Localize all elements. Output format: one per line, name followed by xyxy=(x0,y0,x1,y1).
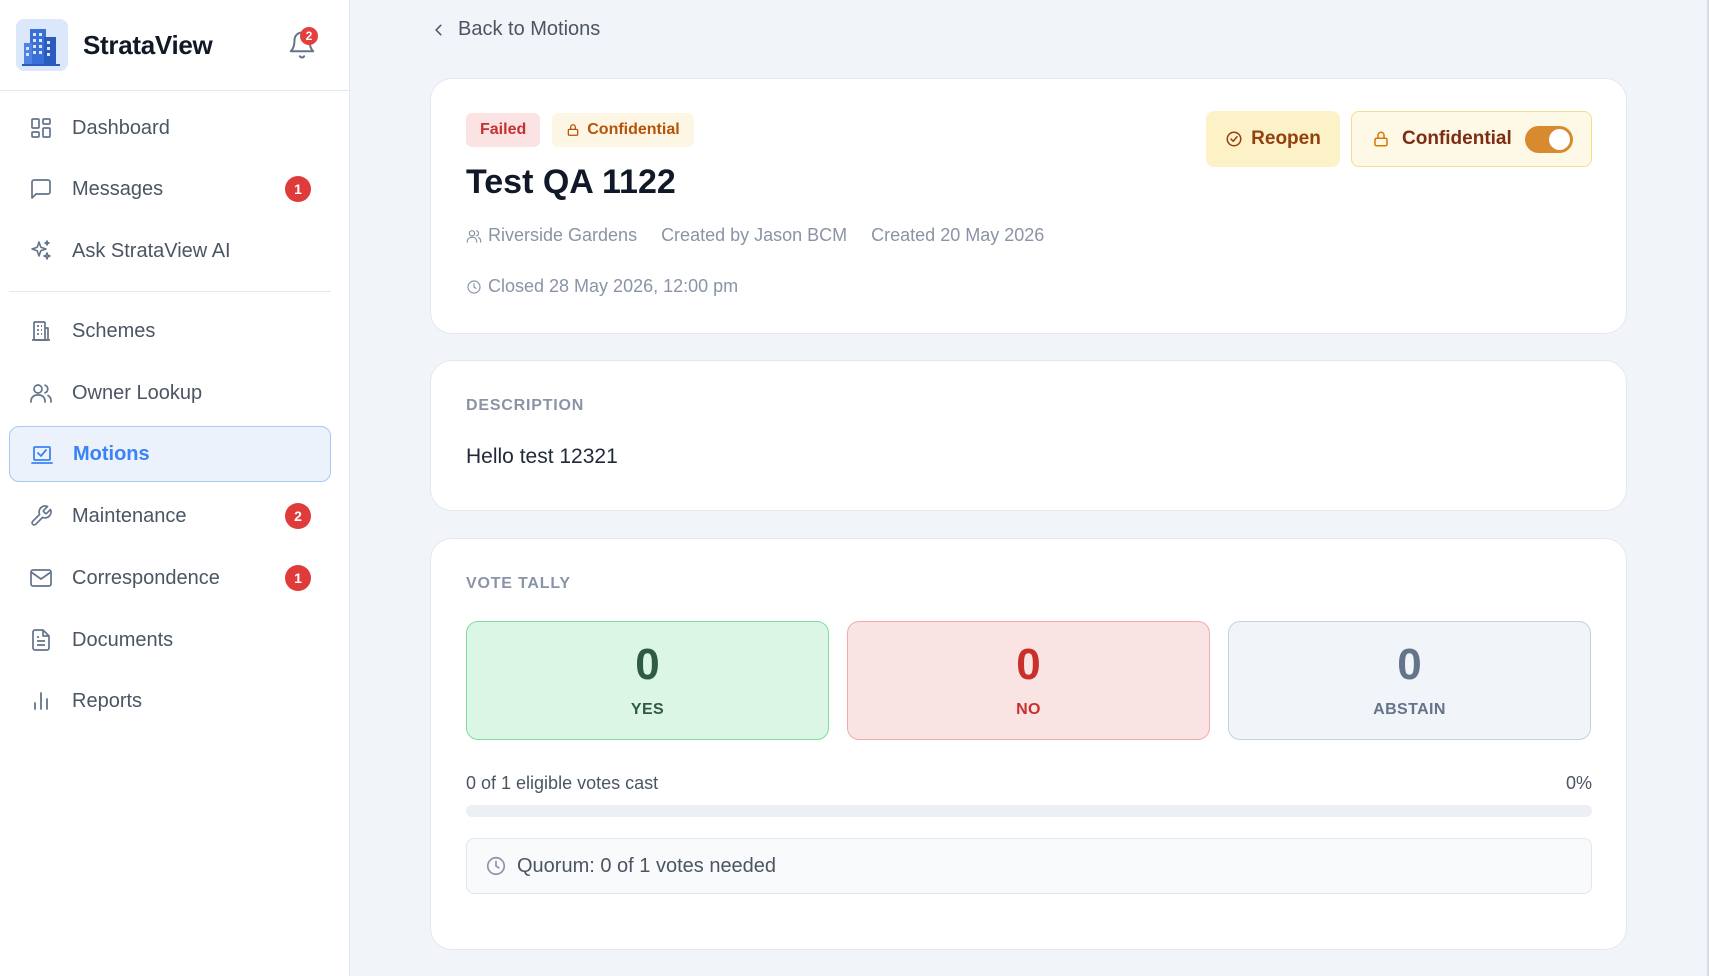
status-badges: Failed Confidential xyxy=(466,113,694,147)
closed-date: Closed 28 May 2026, 12:00 pm xyxy=(488,276,739,296)
sidebar-item-label: Maintenance xyxy=(72,504,187,527)
sidebar-item-label: Correspondence xyxy=(72,566,220,589)
abstain-count: 0 xyxy=(1397,639,1422,689)
confidential-toggle-switch[interactable] xyxy=(1525,126,1573,153)
sidebar-divider xyxy=(9,291,331,292)
vote-icon xyxy=(31,446,53,464)
votes-cast-text: 0 of 1 eligible votes cast xyxy=(466,773,659,793)
sidebar-item-label: Dashboard xyxy=(72,116,170,139)
sparkles-icon xyxy=(31,240,51,260)
app-name: StrataView xyxy=(83,29,213,60)
no-count: 0 xyxy=(1016,639,1041,689)
no-label: NO xyxy=(1016,700,1041,718)
chevron-left-icon xyxy=(435,24,442,35)
clock-icon xyxy=(486,856,506,876)
scheme-name: Riverside Gardens xyxy=(488,225,638,245)
vote-tally-heading: VOTE TALLY xyxy=(466,575,571,592)
lock-icon xyxy=(567,124,579,136)
sidebar-item-maintenance[interactable]: Maintenance 2 xyxy=(9,488,331,544)
vote-tally-card: VOTE TALLY 0 YES 0 NO 0 ABSTAIN 0 of 1 e… xyxy=(430,538,1627,950)
sidebar-item-label: Motions xyxy=(73,442,150,465)
sidebar-item-schemes[interactable]: Schemes xyxy=(9,303,331,359)
sidebar: StrataView 2 Dashboard Messages 1 Ask St… xyxy=(0,0,350,976)
reopen-button[interactable]: Reopen xyxy=(1206,111,1340,167)
sidebar-item-label: Reports xyxy=(72,689,143,712)
sidebar-item-ask-ai[interactable]: Ask StrataView AI xyxy=(9,223,331,279)
check-circle-icon xyxy=(1226,131,1242,147)
closed-meta: Closed 28 May 2026, 12:00 pm xyxy=(466,276,738,297)
sidebar-item-owner-lookup[interactable]: Owner Lookup xyxy=(9,365,331,421)
unread-count-badge: 1 xyxy=(285,565,311,591)
notification-count-badge: 2 xyxy=(300,27,318,45)
sidebar-item-label: Messages xyxy=(72,177,164,200)
yes-count: 0 xyxy=(635,639,660,689)
users-icon xyxy=(466,229,482,243)
quorum-text: Quorum: 0 of 1 votes needed xyxy=(517,854,777,877)
created-date: Created 20 May 2026 xyxy=(871,225,1045,245)
abstain-tally: 0 ABSTAIN xyxy=(1228,621,1591,740)
back-to-motions-link[interactable]: Back to Motions xyxy=(432,18,600,41)
quorum-info: Quorum: 0 of 1 votes needed xyxy=(466,838,1592,894)
created-by: Created by Jason BCM xyxy=(661,225,848,245)
scheme-meta: Riverside Gardens xyxy=(466,225,637,246)
bar-chart-icon xyxy=(34,692,48,710)
confidential-badge-label: Confidential xyxy=(587,121,680,138)
description-heading: DESCRIPTION xyxy=(466,397,585,414)
wrench-icon xyxy=(31,505,52,526)
strataview-logo-icon[interactable] xyxy=(16,19,68,71)
back-label: Back to Motions xyxy=(458,18,601,40)
reopen-label: Reopen xyxy=(1251,128,1321,149)
abstain-label: ABSTAIN xyxy=(1373,700,1446,718)
lock-icon xyxy=(1374,131,1388,147)
main-content: Back to Motions Failed Confidential Test… xyxy=(350,0,1709,976)
sidebar-item-label: Owner Lookup xyxy=(72,381,203,404)
clock-icon xyxy=(467,279,481,294)
toggle-knob xyxy=(1549,129,1570,150)
votes-cast-percent: 0% xyxy=(1565,773,1592,793)
votes-progress-bar xyxy=(466,805,1592,817)
document-icon xyxy=(32,629,50,651)
yes-label: YES xyxy=(630,700,665,718)
sidebar-item-documents[interactable]: Documents xyxy=(9,612,331,668)
description-card: DESCRIPTION Hello test 12321 xyxy=(430,360,1627,511)
message-icon xyxy=(31,179,51,199)
users-icon xyxy=(30,384,52,403)
dashboard-icon xyxy=(31,118,51,138)
confidential-badge: Confidential xyxy=(552,113,694,147)
confidential-toggle-label: Confidential xyxy=(1402,128,1512,149)
page-title: Test QA 1122 xyxy=(466,163,676,201)
sidebar-item-messages[interactable]: Messages 1 xyxy=(9,161,331,217)
motion-meta: Riverside Gardens Created by Jason BCM C… xyxy=(466,225,1068,246)
pending-count-badge: 2 xyxy=(285,503,311,529)
confidential-toggle-group: Confidential xyxy=(1351,111,1592,167)
brand-header: StrataView 2 xyxy=(0,0,349,91)
sidebar-item-label: Documents xyxy=(72,628,174,651)
sidebar-item-correspondence[interactable]: Correspondence 1 xyxy=(9,550,331,606)
yes-tally: 0 YES xyxy=(466,621,829,740)
votes-cast-row: 0 of 1 eligible votes cast 0% xyxy=(466,773,1592,794)
sidebar-item-motions[interactable]: Motions xyxy=(9,426,331,482)
building-icon xyxy=(32,321,50,341)
motion-header-card: Failed Confidential Test QA 1122 Riversi… xyxy=(430,78,1627,334)
status-badge: Failed xyxy=(466,113,541,147)
sidebar-item-reports[interactable]: Reports xyxy=(9,673,331,729)
sidebar-item-label: Ask StrataView AI xyxy=(72,239,231,262)
sidebar-item-label: Schemes xyxy=(72,319,156,342)
no-tally: 0 NO xyxy=(847,621,1210,740)
description-text: Hello test 12321 xyxy=(466,445,618,468)
unread-count-badge: 1 xyxy=(285,176,311,202)
mail-icon xyxy=(30,569,52,587)
sidebar-item-dashboard[interactable]: Dashboard xyxy=(9,100,331,156)
